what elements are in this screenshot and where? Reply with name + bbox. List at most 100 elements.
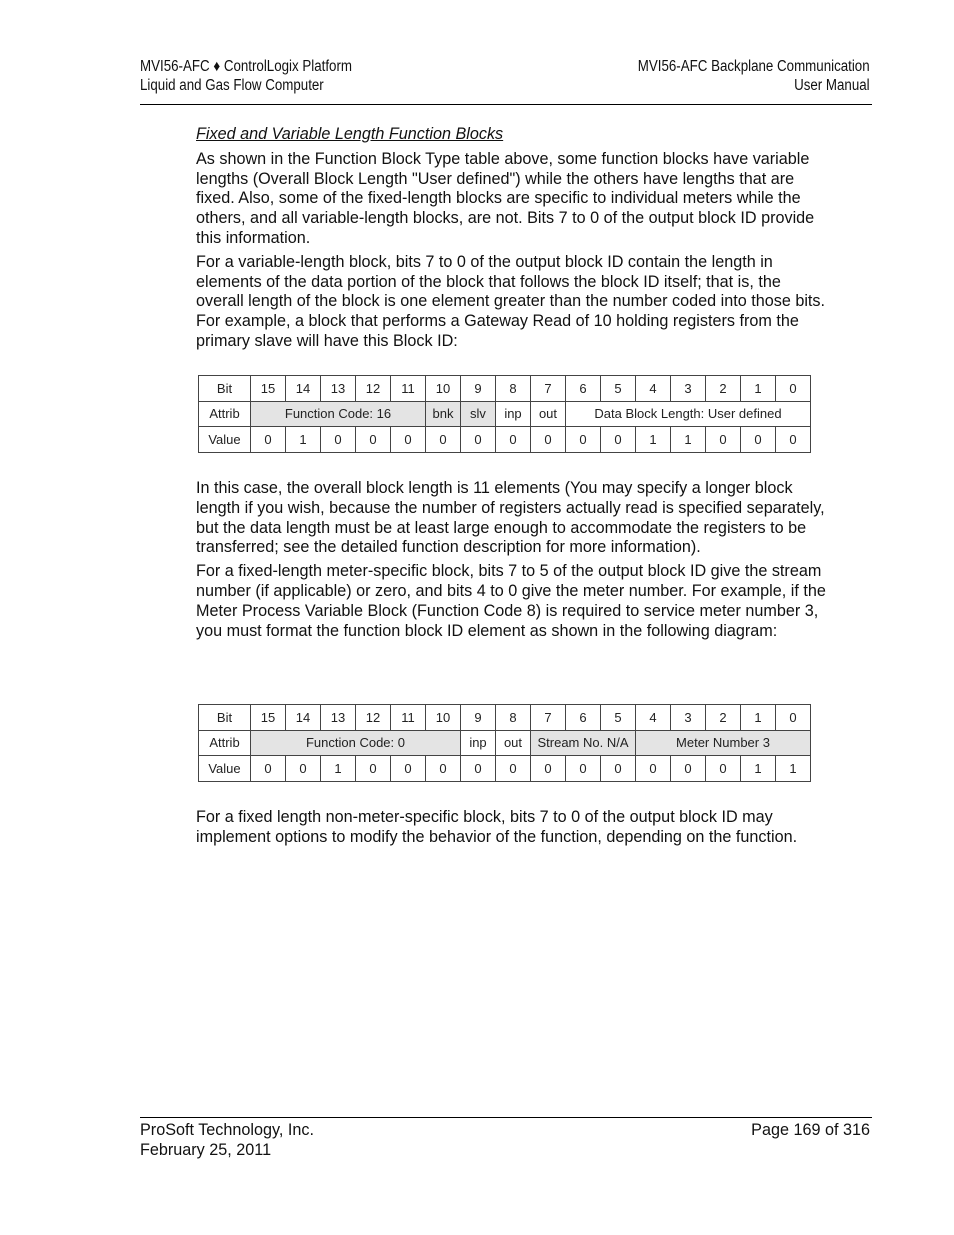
attrib-row: Attrib Function Code: 0 inp out Stream No. …	[198, 729, 811, 756]
footer-left: ProSoft Technology, Inc. February 25, 20…	[140, 1121, 314, 1160]
bit-number-cell: 11	[390, 704, 426, 731]
bit-value-cell: 0	[425, 426, 461, 453]
bit-number-cell: 1	[740, 704, 776, 731]
bit-value-cell: 0	[600, 755, 636, 782]
bit-value-cell: 1	[285, 426, 321, 453]
bit-number-cell: 4	[635, 375, 671, 402]
bit-number-cell: 14	[285, 704, 321, 731]
bit-number-cell: 6	[565, 704, 601, 731]
bit-row: Bit 15 14 13 12 11 10 9 8 7 6 5 4 3 2 1 0	[198, 704, 811, 731]
bit-number-cell: 12	[355, 375, 391, 402]
bit-number-cell: 3	[670, 704, 706, 731]
bit-value-cell: 0	[355, 426, 391, 453]
footer-date: February 25, 2011	[140, 1140, 272, 1159]
bit-number-cell: 15	[250, 375, 286, 402]
footer-company: ProSoft Technology, Inc.	[140, 1121, 314, 1139]
bit-value-cell: 0	[495, 426, 531, 453]
row-label-bit: Bit	[198, 375, 251, 402]
section-title: Fixed and Variable Length Function Block…	[196, 125, 504, 143]
bit-number-cell: 10	[425, 704, 461, 731]
block-id-table-variable: Bit 15 14 13 12 11 10 9 8 7 6 5 4 3 2 1 0 Attrib Functi…	[198, 375, 811, 453]
header-left: MVI56-AFC ♦ ControlLogix Platform Liquid…	[140, 57, 352, 95]
bit-value-cell: 0	[460, 426, 496, 453]
bit-number-cell: 1	[740, 375, 776, 402]
header-manual-type: User Manual	[794, 77, 870, 94]
paragraph-block-length: In this case, the overall block length i…	[196, 479, 825, 557]
bit-value-cell: 0	[250, 426, 286, 453]
bit-number-cell: 12	[355, 704, 391, 731]
body-content-2: In this case, the overall block length i…	[196, 479, 826, 645]
bit-number-cell: 5	[600, 704, 636, 731]
row-label-attrib: Attrib	[198, 729, 251, 756]
bit-number-cell: 9	[460, 704, 496, 731]
bit-number-cell: 0	[775, 375, 811, 402]
bit-value-cell: 0	[530, 755, 566, 782]
bit-value-cell: 0	[670, 755, 706, 782]
bit-number-cell: 3	[670, 375, 706, 402]
bit-value-cell: 1	[775, 755, 811, 782]
bit-number-cell: 10	[425, 375, 461, 402]
bit-value-cell: 0	[530, 426, 566, 453]
bit-number-cell: 7	[530, 704, 566, 731]
bit-number-cell: 8	[495, 375, 531, 402]
bit-number-cell: 11	[390, 375, 426, 402]
bit-value-cell: 0	[600, 426, 636, 453]
row-label-attrib: Attrib	[198, 400, 251, 427]
attrib-cell: Data Block Length: User defined	[565, 400, 811, 427]
bit-number-cell: 13	[320, 375, 356, 402]
bit-number-cell: 13	[320, 704, 356, 731]
bit-value-cell: 1	[670, 426, 706, 453]
attrib-cell: inp	[460, 729, 496, 756]
bit-value-cell: 0	[740, 426, 776, 453]
footer-right: Page 169 of 316	[751, 1121, 870, 1141]
bit-number-cell: 15	[250, 704, 286, 731]
bit-number-cell: 2	[705, 375, 741, 402]
bit-value-cell: 0	[565, 426, 601, 453]
paragraph-variable-length: For a variable-length block, bits 7 to 0…	[196, 252, 826, 350]
paragraph-intro: As shown in the Function Block Type tabl…	[196, 149, 815, 247]
bit-number-cell: 7	[530, 375, 566, 402]
bit-value-cell: 0	[460, 755, 496, 782]
attrib-cell: slv	[460, 400, 496, 427]
bit-value-cell: 0	[705, 426, 741, 453]
attrib-cell: Meter Number 3	[635, 729, 811, 756]
bit-number-cell: 6	[565, 375, 601, 402]
bit-value-cell: 1	[320, 755, 356, 782]
bit-value-cell: 0	[285, 755, 321, 782]
bit-value-cell: 0	[635, 755, 671, 782]
value-row: Value 0010000000000011	[198, 755, 811, 782]
bit-value-cell: 1	[740, 755, 776, 782]
bit-number-cell: 8	[495, 704, 531, 731]
bit-number-cell: 4	[635, 704, 671, 731]
bit-value-cell: 0	[495, 755, 531, 782]
header-right: MVI56-AFC Backplane Communication User M…	[638, 57, 870, 95]
paragraph-non-meter: For a fixed length non-meter-specific bl…	[196, 808, 798, 846]
bit-number-cell: 9	[460, 375, 496, 402]
attrib-cell: Function Code: 0	[250, 729, 461, 756]
bit-number-cell: 2	[705, 704, 741, 731]
bit-value-cell: 0	[565, 755, 601, 782]
bit-number-cell: 0	[775, 704, 811, 731]
attrib-cell: Stream No. N/A	[530, 729, 636, 756]
header-divider	[140, 104, 872, 105]
paragraph-meter-specific: For a fixed-length meter-specific block,…	[196, 562, 826, 640]
header-product-subtitle: Liquid and Gas Flow Computer	[140, 77, 324, 94]
row-label-value: Value	[198, 426, 251, 453]
block-id-table-meter: Bit 15 14 13 12 11 10 9 8 7 6 5 4 3 2 1 0 Attrib Functi…	[198, 704, 811, 782]
bit-value-cell: 0	[390, 755, 426, 782]
attrib-cell: Function Code: 16	[250, 400, 426, 427]
header-product-title: MVI56-AFC ♦ ControlLogix Platform	[140, 58, 353, 75]
bit-value-cell: 1	[635, 426, 671, 453]
attrib-cell: inp	[495, 400, 531, 427]
bit-number-cell: 5	[600, 375, 636, 402]
bit-value-cell: 0	[425, 755, 461, 782]
footer-divider	[140, 1117, 872, 1118]
row-label-value: Value	[198, 755, 251, 782]
value-row: Value 0100000000011000	[198, 426, 811, 453]
header-chapter-title: MVI56-AFC Backplane Communication	[638, 58, 870, 75]
attrib-cell: bnk	[425, 400, 461, 427]
bit-value-cell: 0	[320, 426, 356, 453]
body-content: Fixed and Variable Length Function Block…	[196, 125, 826, 356]
bit-number-cell: 14	[285, 375, 321, 402]
attrib-row: Attrib Function Code: 16 bnk slv inp out Data…	[198, 400, 811, 427]
